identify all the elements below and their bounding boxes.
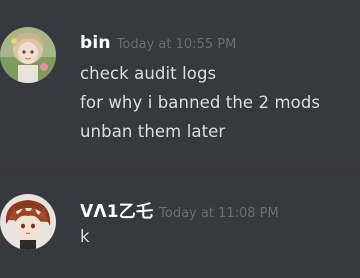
timestamp[interactable]: Today at 10:55 PM [117, 37, 237, 52]
timestamp[interactable]: Today at 11:08 PM [159, 206, 279, 221]
message-group: ᐯᐱ1乙乇 Today at 11:08 PM k [0, 169, 360, 278]
message-header: ᐯᐱ1乙乇 Today at 11:08 PM [80, 197, 279, 222]
message-header: bin Today at 10:55 PM [80, 33, 236, 53]
message-text: unban them later [80, 122, 226, 141]
message-group: bin Today at 10:55 PM check audit logs fo… [0, 0, 360, 165]
message-text: for why i banned the 2 mods [80, 93, 321, 112]
username[interactable]: ᐯᐱ1乙乇 [80, 202, 153, 222]
message-text: k [80, 227, 90, 246]
user-avatar[interactable] [0, 194, 56, 250]
message-text: check audit logs [80, 64, 217, 83]
user-avatar[interactable] [0, 27, 56, 83]
username[interactable]: bin [80, 33, 111, 53]
